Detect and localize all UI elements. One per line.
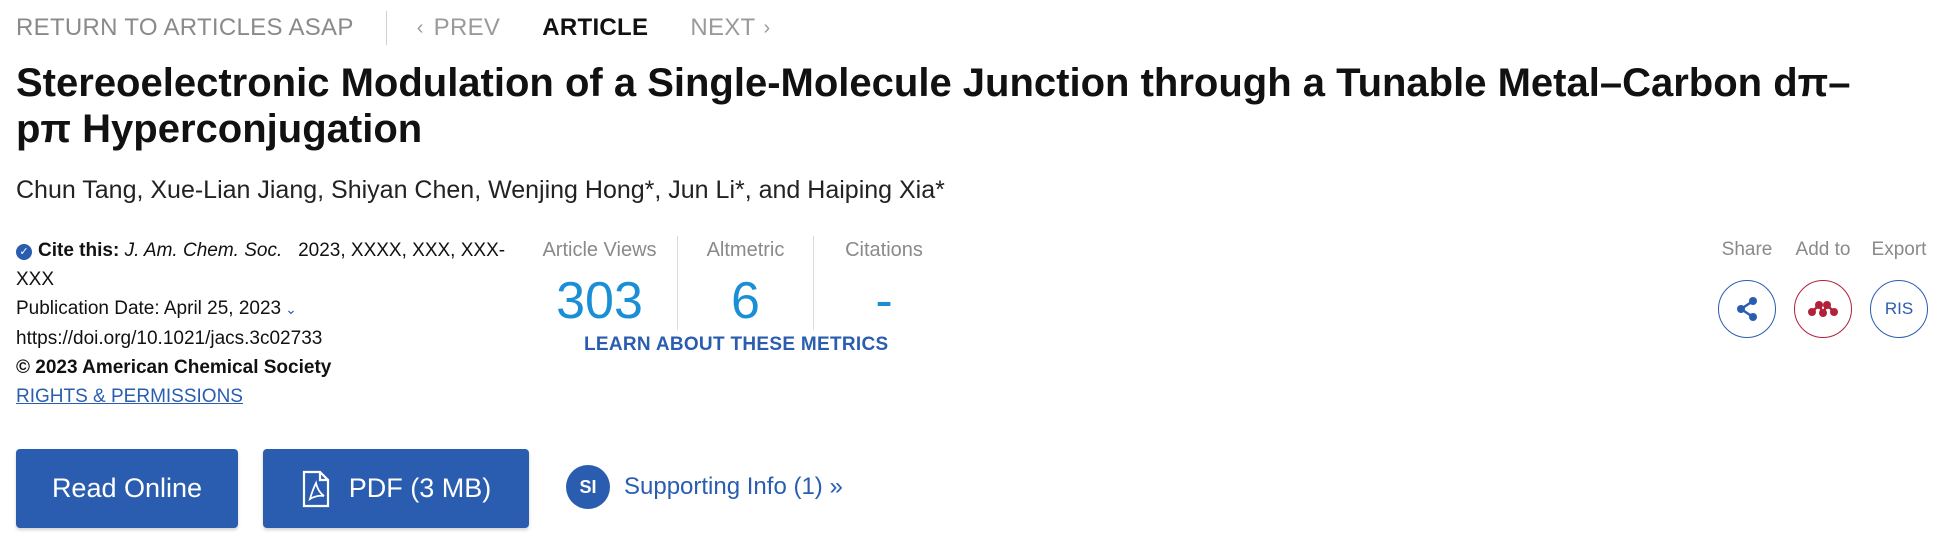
mendeley-icon xyxy=(1808,301,1838,317)
learn-about-metrics-link[interactable]: LEARN ABOUT THESE METRICS xyxy=(584,334,888,356)
prev-link[interactable]: ‹ PREV xyxy=(417,14,501,42)
author-list[interactable]: Chun Tang, Xue-Lian Jiang, Shiyan Chen, … xyxy=(16,176,945,205)
article-views-metric: Article Views 303 xyxy=(522,236,677,334)
prev-label: PREV xyxy=(433,14,501,41)
altmetric-metric[interactable]: Altmetric 6 xyxy=(678,236,813,334)
check-icon: ✓ xyxy=(16,244,32,260)
next-link[interactable]: NEXT › xyxy=(690,14,770,42)
doi-link[interactable]: https://doi.org/10.1021/jacs.3c02733 xyxy=(16,324,516,353)
share-icon xyxy=(1737,297,1757,321)
copyright-text: © 2023 American Chemical Society xyxy=(16,357,332,378)
next-label: NEXT xyxy=(690,14,756,41)
return-to-articles-link[interactable]: RETURN TO ARTICLES ASAP xyxy=(16,14,354,42)
si-badge-icon: SI xyxy=(566,465,610,509)
cite-label: Cite this: xyxy=(38,240,120,261)
share-tool: Share xyxy=(1716,236,1778,338)
add-to-label: Add to xyxy=(1795,239,1851,260)
citations-label: Citations xyxy=(845,239,923,261)
add-to-mendeley-button[interactable] xyxy=(1794,280,1852,338)
altmetric-value: 6 xyxy=(731,272,760,330)
copyright: © 2023 American Chemical Society xyxy=(16,353,516,382)
pdf-icon xyxy=(301,470,331,508)
publication-date-text: Publication Date: April 25, 2023 xyxy=(16,298,282,319)
article-nav: RETURN TO ARTICLES ASAP ‹ PREV ARTICLE N… xyxy=(16,10,771,46)
publication-date[interactable]: Publication Date: April 25, 2023 ⌄ xyxy=(16,294,516,324)
article-title: Stereoelectronic Modulation of a Single-… xyxy=(16,61,1851,151)
chevron-down-icon: ⌄ xyxy=(285,301,297,317)
chevron-right-icon: › xyxy=(763,16,771,39)
journal-name: J. Am. Chem. Soc. xyxy=(124,240,283,261)
article-views-value: 303 xyxy=(556,272,643,330)
metrics-panel: Article Views 303 Altmetric 6 Citations … xyxy=(522,236,954,334)
cite-line: ✓ Cite this: J. Am. Chem. Soc. 2023, XXXX… xyxy=(16,236,516,294)
supporting-info-label: Supporting Info (1) » xyxy=(624,473,843,500)
citations-value: - xyxy=(875,272,893,330)
article-views-label: Article Views xyxy=(542,239,657,261)
export-label: Export xyxy=(1871,239,1927,260)
read-online-button[interactable]: Read Online xyxy=(16,449,238,528)
share-label: Share xyxy=(1721,239,1773,260)
citations-metric: Citations - xyxy=(814,236,954,334)
supporting-info-link[interactable]: SI Supporting Info (1) » xyxy=(566,465,843,509)
pdf-download-button[interactable]: PDF (3 MB) xyxy=(263,449,529,528)
chevron-left-icon: ‹ xyxy=(416,16,424,39)
nav-divider xyxy=(385,11,387,45)
article-tab: ARTICLE xyxy=(542,14,649,41)
article-header-page: RETURN TO ARTICLES ASAP ‹ PREV ARTICLE N… xyxy=(0,0,1952,547)
add-to-tool: Add to xyxy=(1792,236,1854,338)
export-tool: Export RIS xyxy=(1868,236,1930,338)
citation-block: ✓ Cite this: J. Am. Chem. Soc. 2023, XXXX… xyxy=(16,236,516,411)
altmetric-label: Altmetric xyxy=(706,239,785,261)
share-button[interactable] xyxy=(1718,280,1776,338)
article-tools: Share Add to Export RIS xyxy=(1716,236,1930,338)
pdf-label: PDF (3 MB) xyxy=(348,473,492,503)
rights-permissions-link[interactable]: RIGHTS & PERMISSIONS xyxy=(16,382,516,411)
export-ris-button[interactable]: RIS xyxy=(1870,280,1928,338)
